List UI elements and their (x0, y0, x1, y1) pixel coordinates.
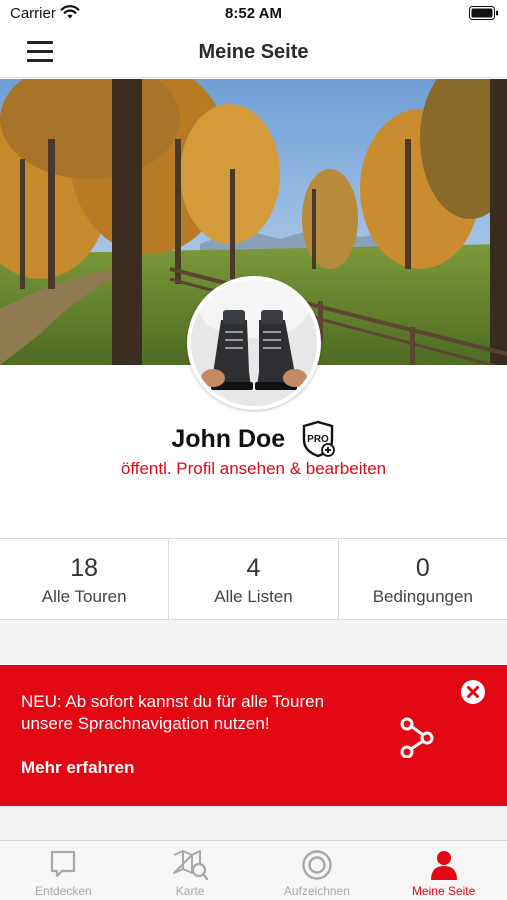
banner-more-link[interactable]: Mehr erfahren (21, 758, 134, 778)
stats-row: 18 Alle Touren 4 Alle Listen 0 Bedingung… (0, 538, 507, 620)
user-icon (430, 851, 457, 880)
tab-label: Karte (175, 884, 205, 898)
stat-value: 4 (246, 554, 261, 582)
tab-label: Aufzeichnen (283, 884, 350, 898)
tab-label: Entdecken (35, 884, 92, 898)
close-icon[interactable] (460, 679, 486, 705)
tab-map[interactable]: Karte (127, 841, 254, 900)
section-spacer (0, 620, 507, 665)
route-navigation-icon (400, 717, 434, 758)
nav-bar: Meine Seite (0, 28, 507, 78)
stat-label: Alle Touren (41, 587, 127, 606)
tab-record[interactable]: Aufzeichnen (254, 841, 381, 900)
banner-text: NEU: Ab sofort kannst du für alle Touren… (21, 692, 325, 733)
stat-all-tours[interactable]: 18 Alle Touren (0, 539, 170, 619)
stat-label: Alle Listen (214, 587, 293, 606)
avatar[interactable] (187, 276, 321, 410)
record-icon (302, 850, 332, 880)
stat-conditions[interactable]: 0 Bedingungen (339, 539, 507, 619)
status-time: 8:52 AM (225, 5, 282, 22)
stat-value: 18 (70, 554, 99, 582)
tab-my-page[interactable]: Meine Seite (380, 841, 507, 900)
chat-bubble-icon (51, 850, 76, 878)
battery-icon (469, 6, 498, 20)
stat-value: 0 (415, 554, 430, 582)
profile-name: John Doe (171, 424, 286, 453)
pro-badge-icon: PRO (302, 420, 335, 458)
stat-label: Bedingungen (372, 587, 473, 606)
status-bar: Carrier 8:52 AM (0, 0, 507, 28)
stat-all-lists[interactable]: 4 Alle Listen (169, 539, 339, 619)
section-spacer (0, 806, 507, 840)
tab-bar: Entdecken Karte Aufzeichnen Meine Seite (0, 840, 507, 900)
map-search-icon (173, 850, 209, 881)
public-profile-link[interactable]: öffentl. Profil ansehen & bearbeiten (0, 459, 507, 479)
tab-label: Meine Seite (411, 884, 476, 898)
tab-discover[interactable]: Entdecken (0, 841, 127, 900)
page-title: Meine Seite (198, 41, 309, 63)
profile-name-row: John Doe PRO (0, 420, 507, 460)
pro-badge-text: PRO (307, 434, 329, 445)
